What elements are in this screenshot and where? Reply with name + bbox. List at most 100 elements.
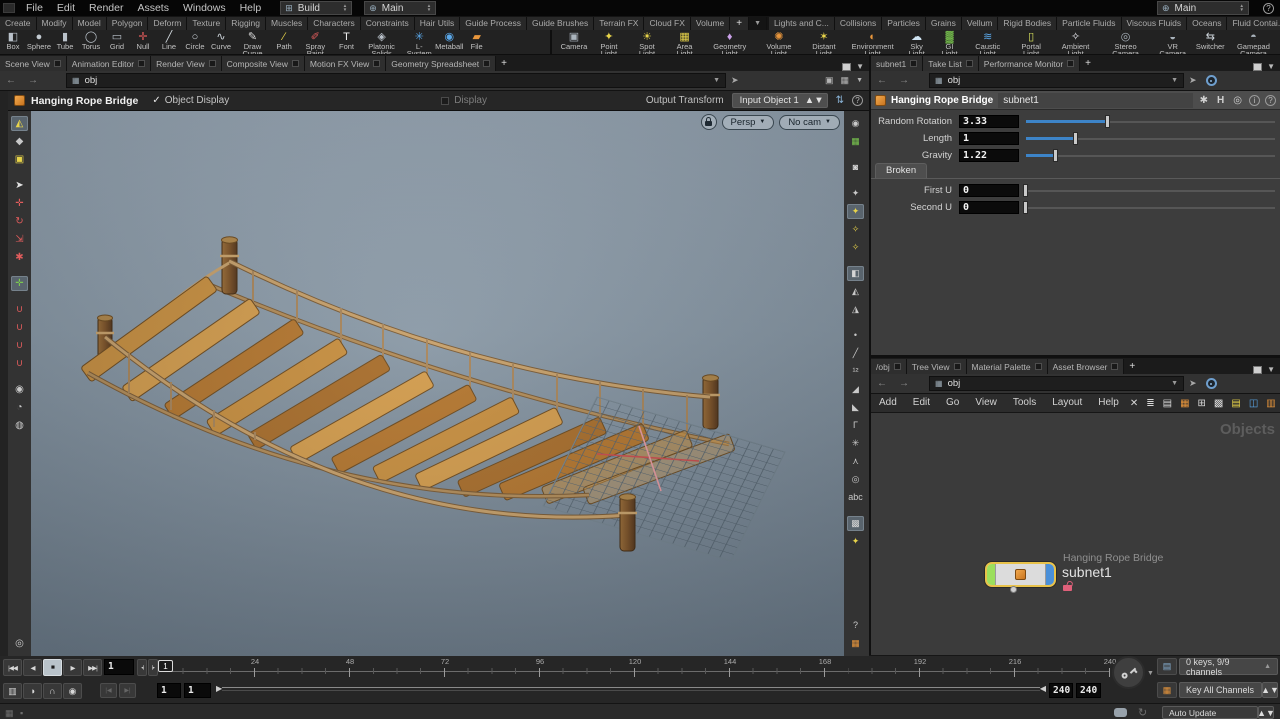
pane-tab[interactable]: Performance Monitor bbox=[979, 56, 1080, 71]
node-name-label[interactable]: subnet1 bbox=[1062, 564, 1112, 580]
display-option-icon[interactable]: ◎ bbox=[847, 472, 864, 487]
pane-tab[interactable]: Take List bbox=[923, 56, 979, 71]
pane-tab-menu[interactable] bbox=[373, 60, 380, 67]
input-object-dropdown[interactable]: Input Object 1 bbox=[732, 93, 828, 108]
display-option-icon[interactable]: ▦ bbox=[847, 636, 864, 651]
display-option-icon[interactable]: Γ bbox=[847, 418, 864, 433]
menu-item[interactable]: Windows bbox=[176, 2, 233, 14]
forward-icon[interactable]: → bbox=[22, 75, 44, 86]
network-menu-item[interactable]: Layout bbox=[1044, 397, 1090, 408]
pane-tab[interactable]: Composite View bbox=[222, 56, 305, 71]
toolbar-icon[interactable]: ✛ bbox=[11, 276, 28, 291]
display-option-icon[interactable]: ⋏ bbox=[847, 454, 864, 469]
parameter-value-field[interactable]: 0 bbox=[959, 184, 1019, 197]
display-option-icon[interactable]: ✦ bbox=[847, 204, 864, 219]
range-end-field[interactable]: 240 bbox=[1049, 683, 1073, 698]
shelf-tab[interactable]: Model bbox=[73, 17, 107, 30]
display-option-icon[interactable]: ◮ bbox=[847, 302, 864, 317]
checkmark-icon[interactable]: ✓ bbox=[152, 95, 160, 106]
shelf-tool[interactable]: ✛Null bbox=[130, 30, 156, 54]
pane-menu-icon[interactable]: ▼ bbox=[1267, 365, 1275, 374]
shelf-tool[interactable]: ✧Ambient Light bbox=[1052, 30, 1100, 54]
channels-icon-button[interactable]: ▤ bbox=[1157, 658, 1177, 675]
menu-item[interactable]: Edit bbox=[50, 2, 82, 14]
shelf-tool[interactable]: ▦Area Light bbox=[666, 30, 704, 54]
pane-tab[interactable]: Tree View bbox=[907, 359, 967, 374]
shelf-tool[interactable]: ✦Point Light bbox=[590, 30, 629, 54]
toolbar-icon[interactable]: ➤ bbox=[11, 178, 28, 193]
shelf-tab[interactable]: Collisions bbox=[835, 17, 882, 30]
desktop-selector-right[interactable]: ⊕ Main bbox=[1157, 1, 1249, 15]
shelf-tab-menu-icon[interactable]: ▼ bbox=[749, 17, 767, 30]
toolbar-icon[interactable]: ∪ bbox=[11, 338, 28, 353]
shelf-tool[interactable]: ▰File bbox=[464, 30, 490, 54]
network-menu-item[interactable]: Tools bbox=[1005, 397, 1044, 408]
keys-channels-status[interactable]: 0 keys, 9/9 channels ▲ bbox=[1179, 658, 1278, 675]
shelf-tab[interactable]: Oceans bbox=[1187, 17, 1227, 30]
pane-tab[interactable]: subnet1 bbox=[871, 56, 923, 71]
toolbar-icon[interactable]: ∪ bbox=[11, 302, 28, 317]
key-options-icon[interactable]: ▼ bbox=[1147, 670, 1154, 677]
pane-menu-icon[interactable]: ▼ bbox=[1267, 62, 1275, 71]
shelf-tool[interactable]: TFont bbox=[334, 30, 360, 54]
pane-maximize-icon[interactable] bbox=[1253, 366, 1262, 374]
lock-channels-icon[interactable]: ▲ bbox=[1264, 663, 1271, 670]
shelf-tool[interactable]: ♦Geometry Light bbox=[703, 30, 756, 54]
network-toolbar-icon[interactable]: ✕ bbox=[1127, 398, 1141, 409]
network-menu-item[interactable]: Edit bbox=[905, 397, 938, 408]
display-option-icon[interactable]: ╱ bbox=[847, 346, 864, 361]
new-pane-tab-button[interactable]: + bbox=[1124, 359, 1140, 374]
back-icon[interactable]: ← bbox=[0, 75, 22, 86]
node-bypass-flag[interactable] bbox=[987, 564, 996, 585]
display-option-icon[interactable]: ✦ bbox=[847, 534, 864, 549]
range-start-field2[interactable]: 1 bbox=[184, 683, 211, 698]
display-option-icon[interactable]: ¹² bbox=[847, 364, 864, 379]
spinner-icon[interactable] bbox=[343, 4, 347, 13]
slider-handle[interactable] bbox=[1023, 184, 1028, 197]
shelf-tab[interactable]: Rigid Bodies bbox=[998, 17, 1057, 30]
shelf-tool[interactable]: ▯Portal Light bbox=[1011, 30, 1052, 54]
display-option-icon[interactable]: ◭ bbox=[847, 284, 864, 299]
spinner-icon[interactable] bbox=[805, 95, 824, 106]
range-end-handle[interactable]: ◀ bbox=[1040, 684, 1046, 693]
shelf-tool[interactable]: ◎Stereo Camera bbox=[1100, 30, 1152, 54]
toolbar-icon[interactable]: ◆ bbox=[11, 134, 28, 149]
pane-menu-icon[interactable]: ▼ bbox=[856, 62, 864, 71]
pane-tab-menu[interactable] bbox=[54, 60, 61, 67]
menu-item[interactable]: Help bbox=[233, 2, 269, 14]
object-display-label[interactable]: Object Display bbox=[165, 95, 229, 106]
timeline-ruler[interactable]: 24487296120144168192216240 bbox=[160, 656, 1110, 679]
display-option-icon[interactable]: ◢ bbox=[847, 382, 864, 397]
update-mode-dropdown[interactable]: Auto Update bbox=[1162, 706, 1258, 719]
shelf-tool[interactable]: ▮Tube bbox=[52, 30, 78, 54]
pane-tab-menu[interactable] bbox=[209, 60, 216, 67]
toolbar-icon[interactable]: ✛ bbox=[11, 196, 28, 211]
network-menu-item[interactable]: Add bbox=[871, 397, 905, 408]
shelf-tool[interactable]: ▭Grid bbox=[104, 30, 130, 54]
new-pane-tab-button[interactable]: + bbox=[1080, 56, 1096, 71]
shelf-tool[interactable]: ∿Curve bbox=[208, 30, 234, 54]
node-display-flag[interactable] bbox=[1045, 564, 1054, 585]
shelf-tool[interactable]: ▣Camera bbox=[558, 30, 589, 54]
transport-button[interactable]: ▶▶| bbox=[83, 659, 102, 676]
display-option-icon[interactable]: ✳ bbox=[847, 436, 864, 451]
pane-tab-menu[interactable] bbox=[910, 60, 917, 67]
shelf-tab[interactable]: Particles bbox=[882, 17, 926, 30]
shelf-tab[interactable]: Guide Brushes bbox=[527, 17, 594, 30]
info-icon[interactable]: i bbox=[1249, 95, 1260, 106]
pane-tab-menu[interactable] bbox=[292, 60, 299, 67]
parameter-slider[interactable] bbox=[1026, 149, 1275, 162]
gear-icon[interactable]: ✱ bbox=[1198, 95, 1210, 106]
display-option-icon[interactable]: ? bbox=[847, 618, 864, 633]
network-menu-item[interactable]: Go bbox=[938, 397, 967, 408]
display-checkbox[interactable] bbox=[441, 97, 449, 105]
selection-order-icon[interactable]: ⇅ bbox=[836, 95, 844, 106]
display-option-icon[interactable]: ▩ bbox=[847, 516, 864, 531]
shelf-tab[interactable]: Texture bbox=[187, 17, 226, 30]
toolbar-icon[interactable]: ◔ bbox=[11, 400, 28, 415]
network-toolbar-icon[interactable]: ▤ bbox=[1228, 398, 1243, 409]
menu-item[interactable]: Assets bbox=[130, 2, 176, 14]
toolbar-icon[interactable]: ◉ bbox=[11, 382, 28, 397]
shelf-tab[interactable]: Particle Fluids bbox=[1057, 17, 1121, 30]
pin-icon[interactable]: ➤ bbox=[1184, 75, 1202, 86]
